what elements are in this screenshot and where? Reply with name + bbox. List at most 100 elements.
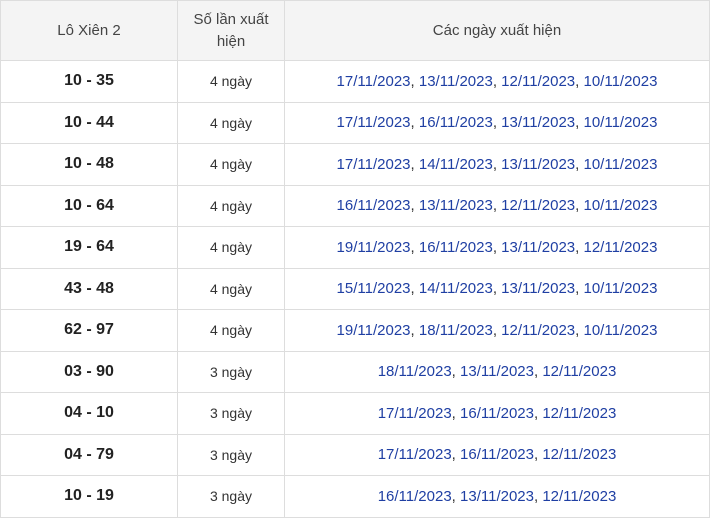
date-link[interactable]: 17/11/2023 [337, 114, 411, 131]
header-row: Lô Xiên 2 Số lần xuất hiện Các ngày xuất… [0, 0, 710, 61]
table-row: 19 - 64 4 ngày 19/11/2023, 16/11/2023, 13/… [0, 226, 710, 269]
date-link[interactable]: 19/11/2023 [337, 322, 411, 339]
date-separator: , [451, 363, 461, 381]
header-count: Số lần xuất hiện [177, 0, 285, 61]
dates-cell: 17/11/2023, 13/11/2023, 12/11/2023, 10/1… [284, 60, 710, 103]
pair-cell: 10 - 44 [0, 101, 178, 144]
date-link[interactable]: 13/11/2023 [460, 488, 534, 505]
date-link[interactable]: 13/11/2023 [501, 239, 575, 256]
date-link[interactable]: 18/11/2023 [378, 363, 452, 380]
pair-cell: 43 - 48 [0, 267, 178, 310]
date-link[interactable]: 18/11/2023 [419, 322, 493, 339]
pair-cell: 19 - 64 [0, 226, 178, 269]
dates-cell: 18/11/2023, 13/11/2023, 12/11/2023 [284, 350, 710, 393]
date-separator: , [492, 155, 502, 173]
dates-cell: 19/11/2023, 18/11/2023, 12/11/2023, 10/1… [284, 309, 710, 352]
pair-cell: 62 - 97 [0, 309, 178, 352]
date-link[interactable]: 12/11/2023 [501, 322, 575, 339]
date-link[interactable]: 13/11/2023 [419, 197, 493, 214]
date-link[interactable]: 13/11/2023 [419, 73, 493, 90]
count-cell: 4 ngày [177, 309, 285, 352]
table-row: 62 - 97 4 ngày 19/11/2023, 18/11/2023, 12/… [0, 309, 710, 352]
table-header: Lô Xiên 2 Số lần xuất hiện Các ngày xuất… [0, 0, 710, 61]
date-separator: , [410, 197, 419, 215]
header-pair: Lô Xiên 2 [0, 0, 178, 61]
pair-cell: 03 - 90 [0, 350, 178, 393]
dates-cell: 17/11/2023, 16/11/2023, 12/11/2023 [284, 392, 710, 435]
dates-cell: 16/11/2023, 13/11/2023, 12/11/2023 [284, 475, 710, 518]
date-link[interactable]: 12/11/2023 [542, 488, 616, 505]
table-row: 10 - 35 4 ngày 17/11/2023, 13/11/2023, 12/… [0, 60, 710, 103]
date-link[interactable]: 17/11/2023 [337, 156, 411, 173]
date-link[interactable]: 17/11/2023 [337, 73, 411, 90]
date-link[interactable]: 12/11/2023 [542, 405, 616, 422]
date-separator: , [492, 197, 502, 215]
table-row: 04 - 79 3 ngày 17/11/2023, 16/11/2023, 12/… [0, 433, 710, 476]
date-link[interactable]: 14/11/2023 [419, 280, 493, 297]
date-link[interactable]: 19/11/2023 [337, 239, 411, 256]
date-link[interactable]: 16/11/2023 [337, 197, 411, 214]
pair-cell: 10 - 64 [0, 184, 178, 227]
dates-cell: 17/11/2023, 14/11/2023, 13/11/2023, 10/1… [284, 143, 710, 186]
count-cell: 3 ngày [177, 350, 285, 393]
date-link[interactable]: 16/11/2023 [460, 405, 534, 422]
date-link[interactable]: 13/11/2023 [501, 156, 575, 173]
date-separator: , [410, 155, 419, 173]
date-link[interactable]: 17/11/2023 [378, 446, 452, 463]
count-cell: 3 ngày [177, 392, 285, 435]
date-link[interactable]: 13/11/2023 [501, 114, 575, 131]
date-link[interactable]: 12/11/2023 [501, 197, 575, 214]
header-dates: Các ngày xuất hiện [284, 0, 710, 61]
count-cell: 4 ngày [177, 101, 285, 144]
date-link[interactable]: 10/11/2023 [583, 322, 657, 339]
date-link[interactable]: 14/11/2023 [419, 156, 493, 173]
table-row: 10 - 44 4 ngày 17/11/2023, 16/11/2023, 13/… [0, 101, 710, 144]
date-separator: , [492, 238, 502, 256]
date-link[interactable]: 16/11/2023 [419, 114, 493, 131]
date-link[interactable]: 15/11/2023 [337, 280, 411, 297]
date-separator: , [492, 321, 502, 339]
date-link[interactable]: 10/11/2023 [583, 197, 657, 214]
table-row: 10 - 19 3 ngày 16/11/2023, 13/11/2023, 12/… [0, 475, 710, 518]
count-cell: 4 ngày [177, 267, 285, 310]
date-separator: , [410, 280, 419, 298]
lo-xien-stats-table: Lô Xiên 2 Số lần xuất hiện Các ngày xuất… [0, 0, 710, 518]
date-separator: , [410, 238, 419, 256]
count-cell: 3 ngày [177, 475, 285, 518]
date-link[interactable]: 12/11/2023 [501, 73, 575, 90]
count-cell: 4 ngày [177, 184, 285, 227]
date-link[interactable]: 16/11/2023 [460, 446, 534, 463]
date-link[interactable]: 10/11/2023 [583, 114, 657, 131]
date-link[interactable]: 12/11/2023 [583, 239, 657, 256]
count-cell: 4 ngày [177, 143, 285, 186]
date-separator: , [492, 72, 502, 90]
date-link[interactable]: 10/11/2023 [583, 156, 657, 173]
date-link[interactable]: 16/11/2023 [419, 239, 493, 256]
pair-cell: 10 - 48 [0, 143, 178, 186]
table-body: 10 - 35 4 ngày 17/11/2023, 13/11/2023, 12/… [0, 60, 710, 518]
count-cell: 4 ngày [177, 226, 285, 269]
date-link[interactable]: 16/11/2023 [378, 488, 452, 505]
table-row: 10 - 64 4 ngày 16/11/2023, 13/11/2023, 12/… [0, 184, 710, 227]
date-link[interactable]: 12/11/2023 [542, 363, 616, 380]
date-separator: , [410, 114, 419, 132]
date-separator: , [451, 404, 461, 422]
table-row: 04 - 10 3 ngày 17/11/2023, 16/11/2023, 12/… [0, 392, 710, 435]
date-link[interactable]: 13/11/2023 [501, 280, 575, 297]
dates-cell: 16/11/2023, 13/11/2023, 12/11/2023, 10/1… [284, 184, 710, 227]
pair-cell: 10 - 19 [0, 475, 178, 518]
date-link[interactable]: 12/11/2023 [542, 446, 616, 463]
date-separator: , [492, 280, 502, 298]
table-row: 43 - 48 4 ngày 15/11/2023, 14/11/2023, 13/… [0, 267, 710, 310]
dates-cell: 17/11/2023, 16/11/2023, 13/11/2023, 10/1… [284, 101, 710, 144]
date-link[interactable]: 10/11/2023 [583, 280, 657, 297]
date-separator: , [492, 114, 502, 132]
date-separator: , [410, 321, 419, 339]
date-link[interactable]: 17/11/2023 [378, 405, 452, 422]
pair-cell: 04 - 79 [0, 433, 178, 476]
count-cell: 4 ngày [177, 60, 285, 103]
date-separator: , [451, 487, 461, 505]
date-link[interactable]: 10/11/2023 [583, 73, 657, 90]
pair-cell: 04 - 10 [0, 392, 178, 435]
date-link[interactable]: 13/11/2023 [460, 363, 534, 380]
